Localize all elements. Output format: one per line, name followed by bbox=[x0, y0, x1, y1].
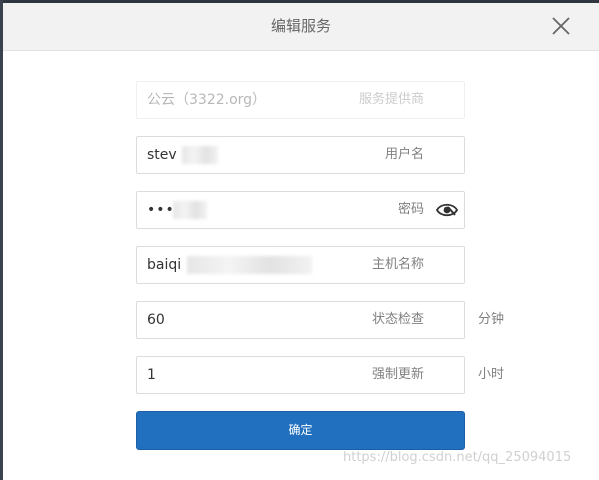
force-update-field[interactable]: 1 强制更新 bbox=[136, 356, 465, 394]
password-field[interactable]: •••• 密码 bbox=[136, 191, 465, 229]
status-check-value: 60 bbox=[147, 312, 165, 328]
redacted-blur bbox=[173, 201, 207, 219]
hostname-label: 主机名称 bbox=[371, 257, 424, 272]
password-label: 密码 bbox=[397, 202, 424, 217]
status-check-label: 状态检查 bbox=[371, 312, 424, 327]
force-update-unit: 小时 bbox=[478, 367, 505, 382]
status-check-unit: 分钟 bbox=[478, 312, 505, 327]
dialog-header: 编辑服务 bbox=[3, 3, 599, 51]
edit-service-dialog: 编辑服务 公云（3322.org） 服务提供商 stev 用户名 •••• 密码 bbox=[3, 3, 599, 480]
hostname-field[interactable]: baiqi 主机名称 bbox=[136, 246, 465, 284]
status-check-field[interactable]: 60 状态检查 bbox=[136, 301, 465, 339]
eye-icon[interactable] bbox=[435, 201, 459, 219]
force-update-value: 1 bbox=[147, 367, 156, 383]
username-field[interactable]: stev 用户名 bbox=[136, 136, 465, 174]
provider-field: 公云（3322.org） 服务提供商 bbox=[136, 81, 465, 119]
username-value: stev bbox=[147, 147, 177, 163]
close-icon[interactable] bbox=[549, 14, 573, 38]
watermark: https://blog.csdn.net/qq_25094015 bbox=[343, 450, 572, 465]
dialog-title: 编辑服务 bbox=[270, 17, 331, 35]
redacted-blur bbox=[187, 256, 312, 274]
force-update-label: 强制更新 bbox=[371, 367, 424, 382]
confirm-button[interactable]: 确定 bbox=[136, 411, 465, 450]
username-label: 用户名 bbox=[384, 147, 424, 162]
hostname-value: baiqi bbox=[147, 257, 182, 273]
provider-label: 服务提供商 bbox=[358, 92, 424, 107]
redacted-blur bbox=[182, 146, 218, 164]
provider-value: 公云（3322.org） bbox=[147, 92, 267, 108]
